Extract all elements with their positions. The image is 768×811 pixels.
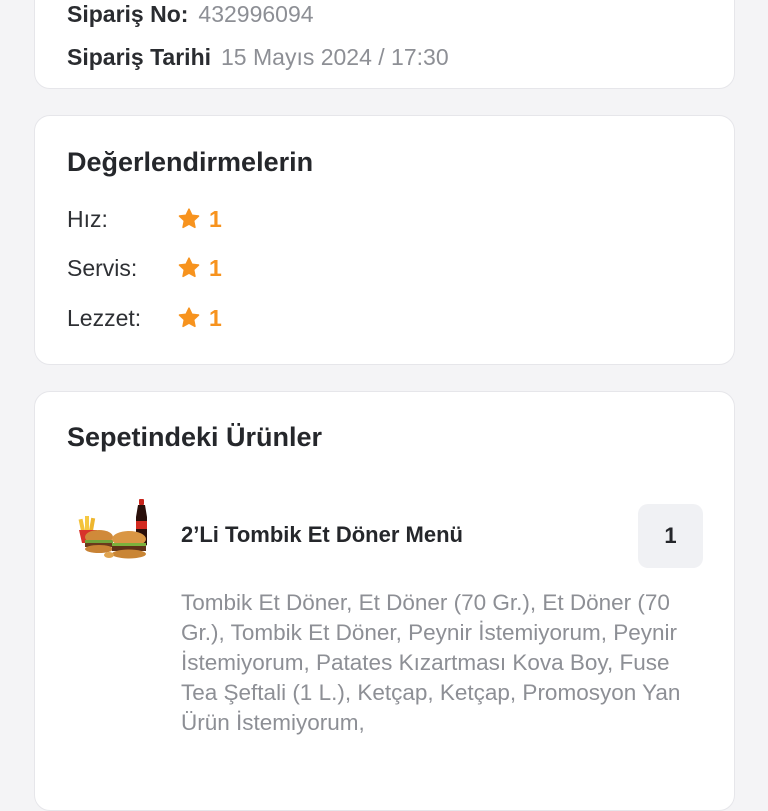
quantity-badge: 1	[638, 504, 703, 568]
rating-row-taste: Lezzet: 1	[67, 303, 367, 333]
order-info-card: Sipariş No: 432996094 Sipariş Tarihi 15 Ma…	[34, 0, 735, 89]
order-date-value: 15 Mayıs 2024 / 17:30	[221, 44, 449, 70]
product-description: Tombik Et Döner, Et Döner (70 Gr.), Et D…	[181, 590, 681, 735]
rating-label: Hız:	[67, 206, 108, 232]
rating-row-speed: Hız: 1	[67, 204, 367, 234]
order-date-label: Sipariş Tarihi	[67, 44, 212, 70]
product-name: 2’Li Tombik Et Döner Menü	[181, 522, 463, 547]
star-icon	[178, 257, 200, 278]
order-date-row: Sipariş Tarihi 15 Mayıs 2024 / 17:30	[67, 43, 449, 71]
ratings-title: Değerlendirmelerin	[67, 147, 314, 177]
basket-card: Sepetindeki Ürünler 2’Li Tombik Et Döner…	[34, 391, 735, 811]
star-icon	[178, 208, 200, 229]
star-icon	[178, 307, 200, 328]
burger-menu-image	[78, 499, 147, 559]
order-number-label: Sipariş No:	[67, 1, 189, 27]
rating-value: 1	[209, 206, 222, 232]
order-number-value: 432996094	[198, 1, 314, 27]
ratings-card: Değerlendirmelerin Hız: 1 Servis: 1 Lezz…	[34, 115, 735, 365]
rating-label: Lezzet:	[67, 305, 142, 331]
rating-value: 1	[209, 305, 222, 331]
rating-label: Servis:	[67, 255, 138, 281]
rating-row-service: Servis: 1	[67, 253, 367, 283]
basket-title: Sepetindeki Ürünler	[67, 422, 323, 452]
rating-value: 1	[209, 255, 222, 281]
order-number-row: Sipariş No: 432996094	[67, 0, 314, 28]
